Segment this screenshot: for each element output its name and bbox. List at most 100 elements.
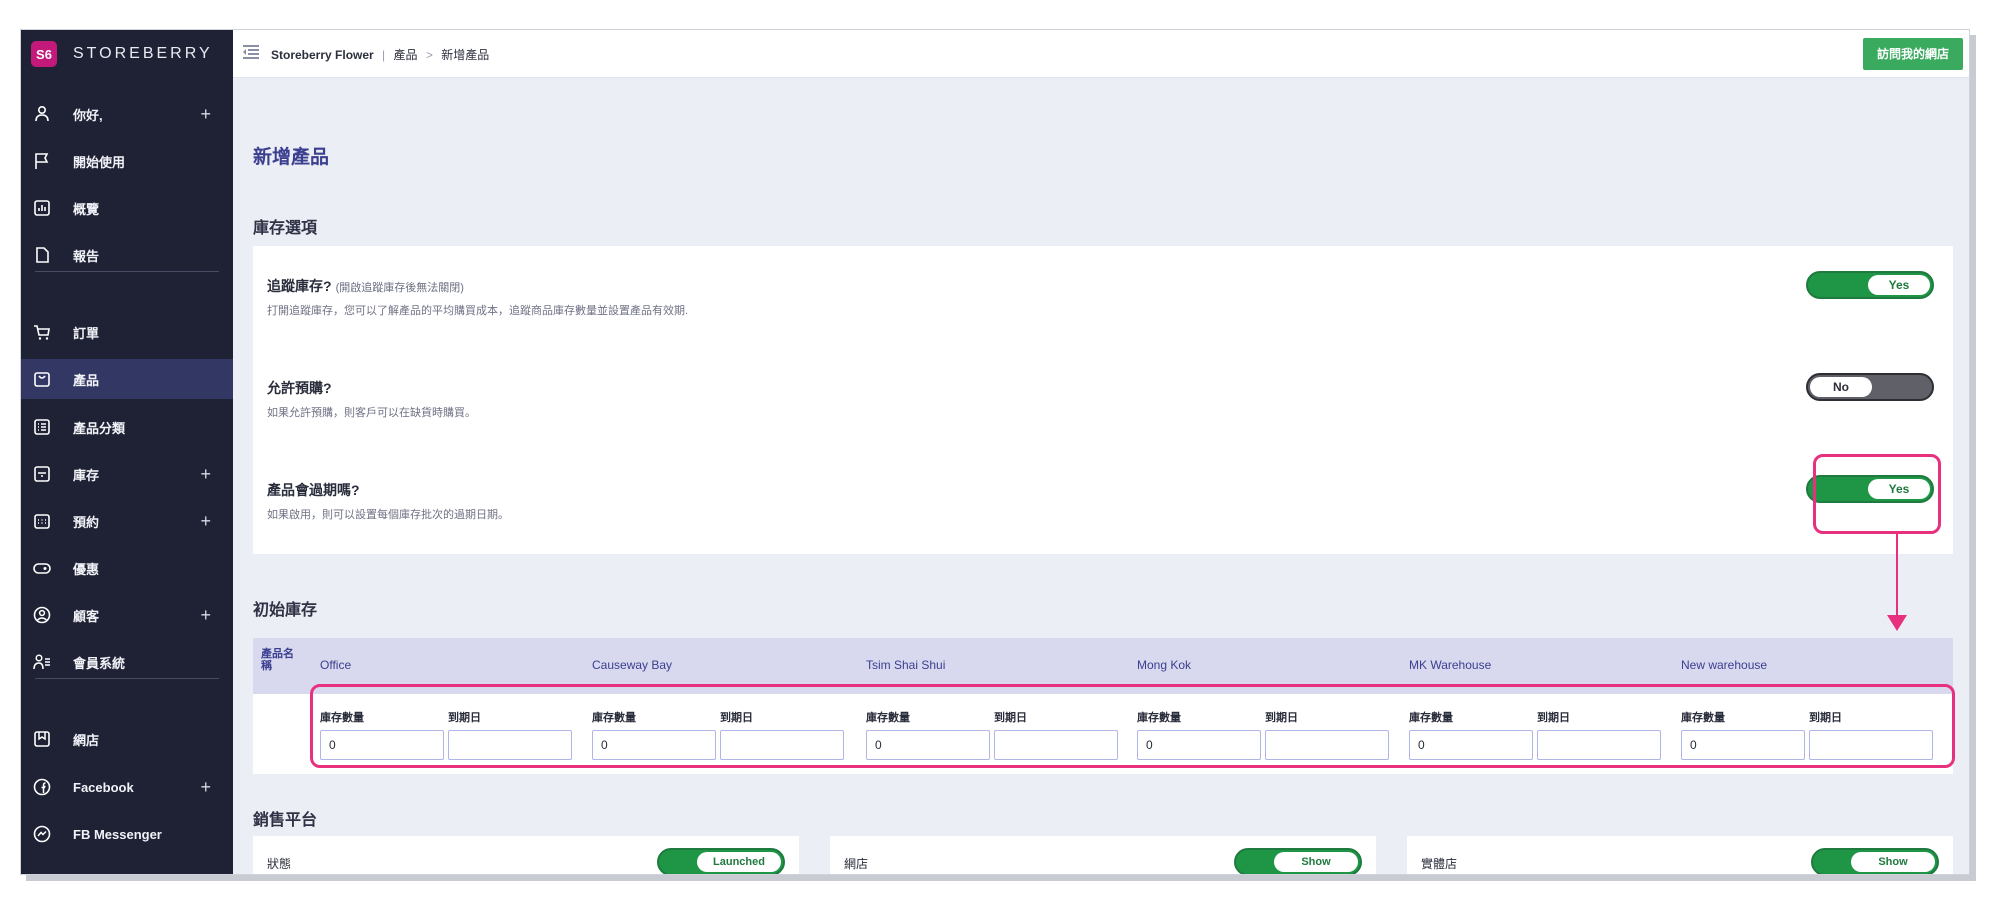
sidebar-item[interactable]: 訂單 — [21, 312, 233, 352]
sidebar-item-label: 概覽 — [73, 201, 100, 217]
sidebar-item[interactable]: Facebook + — [21, 767, 233, 807]
breadcrumb-products[interactable]: 產品 — [394, 48, 418, 62]
expiry-date-input[interactable] — [1265, 730, 1389, 760]
expiry-date-input[interactable] — [720, 730, 844, 760]
stock-qty-label: 庫存數量 — [1681, 712, 1725, 724]
sidebar-item-label: 顧客 — [73, 608, 100, 624]
sales-platform-toggle[interactable]: Show — [1234, 848, 1362, 874]
toggle-label: Show — [1851, 852, 1935, 872]
breadcrumb-current: 新增產品 — [441, 48, 490, 62]
stock-qty-input[interactable] — [320, 730, 444, 760]
breadcrumb: Storeberry Flower | 產品 > 新增產品 — [271, 46, 489, 63]
stock-qty-input[interactable] — [1409, 730, 1533, 760]
messenger-icon — [33, 825, 51, 843]
sales-platform-label: 實體店 — [1421, 857, 1458, 871]
sidebar-item-label: 開始使用 — [73, 154, 126, 170]
expiry-date-input[interactable] — [994, 730, 1118, 760]
breadcrumb-store[interactable]: Storeberry Flower — [271, 48, 374, 62]
sidebar-divider — [35, 271, 219, 272]
option-toggle[interactable]: Yes — [1806, 475, 1934, 503]
breadcrumb-separator: > — [425, 48, 433, 62]
sidebar-item[interactable]: 會員系統 — [21, 642, 233, 682]
sidebar-item[interactable]: 報告 — [21, 235, 233, 275]
category-list-icon — [33, 418, 51, 436]
inventory-icon — [33, 465, 51, 483]
inventory-options-card: 追蹤庫存? (開啟追蹤庫存後無法關閉) 打開追蹤庫存，您可以了解產品的平均購買成本，… — [253, 246, 1953, 554]
toggle-label: Yes — [1868, 479, 1930, 499]
option-toggle[interactable]: Yes — [1806, 271, 1934, 299]
expiry-date-input[interactable] — [1809, 730, 1933, 760]
option-title-text: 產品會過期嗎? — [267, 482, 360, 498]
inventory-options-title: 庫存選項 — [253, 220, 318, 237]
expand-plus-icon[interactable]: + — [200, 777, 211, 798]
sidebar-item-label: FB Messenger — [73, 826, 162, 842]
location-name: New warehouse — [1681, 658, 1768, 672]
brand[interactable]: S6 STOREBERRY — [31, 41, 213, 67]
sidebar-item[interactable]: 概覽 — [21, 188, 233, 228]
product-box-icon — [33, 370, 51, 388]
sidebar-item[interactable]: FB Messenger — [21, 814, 233, 854]
sidebar-item[interactable]: 開始使用 — [21, 141, 233, 181]
sidebar-item[interactable]: 優惠 — [21, 548, 233, 588]
stock-qty-input[interactable] — [866, 730, 990, 760]
expand-plus-icon[interactable]: + — [200, 104, 211, 125]
expand-plus-icon[interactable]: + — [200, 464, 211, 485]
sales-platform-label: 狀態 — [267, 857, 292, 871]
expiry-date-input[interactable] — [448, 730, 572, 760]
expand-plus-icon[interactable]: + — [200, 605, 211, 626]
stock-qty-label: 庫存數量 — [320, 712, 364, 724]
storeberry-logo-icon: S6 — [31, 41, 57, 67]
option-description: 如果允許預購，則客戶可以在缺貨時購買。 — [267, 407, 476, 419]
sidebar-item-label: 訂單 — [73, 325, 100, 341]
initial-stock-title: 初始庫存 — [253, 602, 318, 619]
flag-icon — [33, 152, 51, 170]
sales-platform-toggle[interactable]: Show — [1811, 848, 1939, 874]
option-title: 允許預購? — [267, 378, 332, 398]
expiry-date-input[interactable] — [1537, 730, 1661, 760]
location-name: Mong Kok — [1137, 658, 1192, 672]
sidebar-item[interactable]: 庫存 + — [21, 454, 233, 494]
expiry-date-label: 到期日 — [994, 712, 1027, 724]
sales-platform-card: 狀態 Launched — [253, 836, 799, 874]
toggle-label: Yes — [1868, 275, 1930, 295]
sidebar-item[interactable]: 預約 + — [21, 501, 233, 541]
customer-icon — [33, 606, 51, 624]
location-name: Causeway Bay — [592, 658, 673, 672]
sidebar-item[interactable]: 顧客 + — [21, 595, 233, 635]
expand-plus-icon[interactable]: + — [200, 511, 211, 532]
sidebar-item[interactable]: 產品 — [21, 359, 233, 399]
sidebar-item[interactable]: 產品分類 — [21, 407, 233, 447]
calendar-icon — [33, 512, 51, 530]
sidebar-item-label: 網店 — [73, 732, 100, 748]
stock-qty-label: 庫存數量 — [866, 712, 910, 724]
toggle-label: Launched — [697, 852, 781, 872]
option-toggle[interactable]: No — [1806, 373, 1934, 401]
option-note: (開啟追蹤庫存後無法關閉) — [335, 282, 464, 294]
user-icon — [33, 105, 51, 123]
initial-stock-header: 產品名稱 Office Causeway Bay Tsim Shai Shui Mon… — [253, 638, 1953, 694]
sidebar-divider — [35, 678, 219, 679]
stock-qty-input[interactable] — [592, 730, 716, 760]
stock-qty-input[interactable] — [1137, 730, 1261, 760]
expiry-date-label: 到期日 — [1809, 712, 1842, 724]
expiry-date-label: 到期日 — [1265, 712, 1298, 724]
document-icon — [33, 246, 51, 264]
coupon-icon — [33, 559, 51, 577]
visit-store-button[interactable]: 訪問我的網店 — [1862, 38, 1963, 70]
expiry-date-label: 到期日 — [720, 712, 753, 724]
sidebar: S6 STOREBERRY 你好, + 開始使用概覽報告訂單產品產品分類庫存 + 預約 +… — [21, 30, 233, 874]
sidebar-item-label: 產品 — [73, 372, 100, 388]
option-description: 如果啟用，則可以設置每個庫存批次的過期日期。 — [267, 509, 509, 521]
stock-qty-input[interactable] — [1681, 730, 1805, 760]
sales-platform-toggle[interactable]: Launched — [657, 848, 785, 874]
sales-platform-label: 網店 — [844, 857, 869, 871]
annotation-arrow-icon — [1887, 533, 1907, 631]
sidebar-item[interactable]: 你好, + — [21, 94, 233, 134]
sidebar-item[interactable]: 網店 — [21, 719, 233, 759]
toggle-label: Show — [1274, 852, 1358, 872]
stock-qty-label: 庫存數量 — [1137, 712, 1181, 724]
option-title-text: 追蹤庫存? — [267, 278, 332, 294]
location-name: MK Warehouse — [1409, 658, 1492, 672]
menu-toggle-icon[interactable] — [243, 45, 259, 59]
option-title: 產品會過期嗎? — [267, 480, 360, 500]
